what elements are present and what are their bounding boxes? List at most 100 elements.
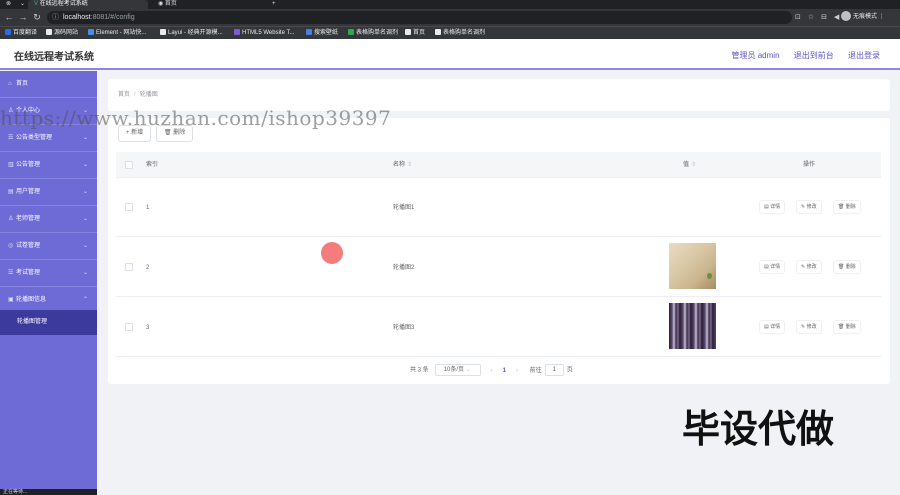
page-number[interactable]: 1 (503, 365, 506, 378)
browser-nav-bar: ← → ↻ ⓘ localhost:8081/#/config ⊡ ☆ ⊟ ◀ … (0, 9, 900, 26)
sidebar-item-teachers[interactable]: ♙ 老师管理 ⌄ (0, 206, 97, 233)
table-row: 1 轮播图1 ▤ 详情 ✎ 修改 🗑 删除 (116, 179, 881, 237)
bookmark-icon (5, 29, 11, 36)
header-actions: 操作 (803, 162, 816, 168)
next-page-icon[interactable]: › (516, 368, 518, 374)
bookmark-icon (46, 29, 52, 36)
header-value[interactable]: 值 ⇕ (683, 152, 696, 178)
table-icon: ▤ (8, 189, 14, 195)
tab-home[interactable]: ◉ 首页 (152, 0, 262, 9)
tab-exam-system[interactable]: V 在线远程考试系统 (28, 0, 148, 9)
row-checkbox[interactable] (125, 203, 133, 211)
edit-icon: ✎ (801, 264, 806, 270)
row-delete-button[interactable]: 🗑 删除 (833, 260, 861, 274)
header-index: 索引 (146, 162, 159, 168)
select-all-checkbox[interactable] (125, 161, 133, 169)
chevron-down-icon: ⌄ (82, 189, 88, 195)
row-checkbox[interactable] (125, 263, 133, 271)
header-name[interactable]: 名称 ⇕ (393, 152, 412, 178)
forward-icon[interactable]: → (17, 11, 29, 23)
cell-name: 轮播图2 (393, 265, 415, 271)
goto-label: 前往 (529, 367, 542, 374)
carousel-thumbnail (669, 243, 716, 289)
teacher-icon: ♙ (8, 216, 14, 222)
detail-button[interactable]: ▤ 详情 (759, 200, 786, 214)
bookmark-icon (348, 29, 354, 36)
bookmark-icon (306, 29, 312, 36)
breadcrumb-current: 轮播图 (139, 92, 158, 98)
chevron-down-icon: ⌄ (82, 162, 88, 168)
incognito-profile[interactable]: 无痕模式 ⋮ (841, 11, 885, 24)
chevron-down-icon: ⌄ (82, 243, 88, 249)
vue-icon: V (34, 1, 39, 7)
home-icon: ⌂ (8, 81, 12, 87)
sidebar-item-papers[interactable]: ◎ 试卷管理 ⌄ (0, 233, 97, 260)
breadcrumb-home[interactable]: 首页 (118, 92, 130, 98)
globe-icon: ◉ (158, 1, 164, 7)
thumbnail-detail (707, 273, 712, 279)
prev-page-icon[interactable]: ‹ (491, 368, 493, 374)
trash-icon: 🗑 (838, 264, 845, 270)
watermark-text: https://www.huzhan.com/ishop39397 (0, 106, 392, 130)
browser-actions: ⊡ ☆ ⊟ ◀ (795, 11, 839, 24)
edit-button[interactable]: ✎ 修改 (796, 260, 822, 274)
cast-icon[interactable]: ⊟ (821, 14, 827, 21)
page-size-select[interactable]: 10条/页 ⌄ (434, 364, 481, 376)
row-checkbox[interactable] (125, 323, 133, 331)
edit-icon: ✎ (801, 324, 806, 330)
address-bar[interactable]: ⓘ localhost:8081/#/config (47, 11, 792, 24)
edit-button[interactable]: ✎ 修改 (796, 200, 822, 214)
trash-icon: 🗑 (838, 324, 845, 330)
carousel-thumbnail (669, 303, 716, 349)
app-title: 在线远程考试系统 (14, 52, 94, 63)
front-link[interactable]: 退出到前台 (794, 51, 834, 60)
bookmark-icon (160, 29, 166, 36)
sort-icon: ⇕ (407, 162, 413, 168)
logout-link[interactable]: 退出登录 (848, 51, 880, 60)
translate-icon[interactable]: ⊡ (795, 14, 801, 21)
chart-icon: ▥ (8, 162, 14, 168)
info-icon: ⓘ (52, 14, 59, 21)
trash-icon: 🗑 (838, 204, 845, 210)
table-row: 3 轮播图3 ▤ 详情 ✎ 修改 🗑 删除 (116, 299, 881, 357)
row-delete-button[interactable]: 🗑 删除 (833, 320, 861, 334)
header-links: 管理员 admin 退出到前台 退出登录 (720, 50, 880, 61)
sort-icon: ⇕ (691, 162, 697, 168)
detail-button[interactable]: ▤ 详情 (759, 260, 786, 274)
goto-input[interactable]: 1 (544, 364, 564, 376)
cell-name: 轮播图3 (393, 325, 415, 331)
table-header: 索引 名称 ⇕ 值 ⇕ 操作 (116, 152, 881, 178)
list-icon: ☰ (8, 270, 14, 276)
chevron-down-icon: ⌄ (82, 216, 88, 222)
new-tab-button[interactable]: + (266, 0, 278, 9)
edit-button[interactable]: ✎ 修改 (796, 320, 822, 334)
table-card: + 新增 🗑 删除 索引 名称 ⇕ 值 ⇕ 操作 1 轮播图1 ▤ 详情 ✎ 修改 … (108, 118, 890, 384)
detail-button[interactable]: ▤ 详情 (759, 320, 786, 334)
chevron-down-icon: ⌄ (465, 367, 471, 373)
breadcrumb-separator: / (134, 92, 136, 98)
tab-search-icon[interactable]: ⌄ (14, 0, 26, 9)
overlay-text: 毕设代做 (682, 407, 835, 451)
browser-tab-bar: ⊗ ⌄ V 在线远程考试系统 ◉ 首页 + (0, 0, 900, 9)
edit-icon: ✎ (801, 204, 806, 210)
row-delete-button[interactable]: 🗑 删除 (833, 200, 861, 214)
reload-icon[interactable]: ↻ (31, 11, 43, 23)
sidebar-item-users[interactable]: ▤ 用户管理 ⌄ (0, 179, 97, 206)
bookmarks-bar: 百度翻译 源码网站 Element - 网站快... Layui - 经典开源模… (0, 26, 900, 39)
media-icon[interactable]: ◀ (834, 14, 839, 21)
cell-name: 轮播图1 (393, 205, 415, 211)
sidebar-subitem-carousel-manage[interactable]: 轮播图管理 (0, 310, 97, 335)
menu-icon[interactable]: ⋮ (879, 14, 885, 20)
admin-label: 管理员 admin (731, 51, 780, 60)
window-controls[interactable]: ⊗ (0, 0, 12, 9)
cell-index: 2 (146, 265, 150, 271)
incognito-icon (841, 11, 851, 22)
bookmark-icon (435, 29, 441, 36)
breadcrumb: 首页 / 轮播图 (118, 89, 158, 98)
star-icon[interactable]: ☆ (808, 14, 814, 21)
sidebar-item-home[interactable]: ⌂ 首页 (0, 71, 97, 98)
sidebar-item-notice[interactable]: ▥ 公告管理 ⌄ (0, 152, 97, 179)
sidebar-item-exams[interactable]: ☰ 考试管理 ⌄ (0, 260, 97, 287)
back-icon[interactable]: ← (3, 11, 15, 23)
chevron-down-icon: ⌄ (82, 270, 88, 276)
